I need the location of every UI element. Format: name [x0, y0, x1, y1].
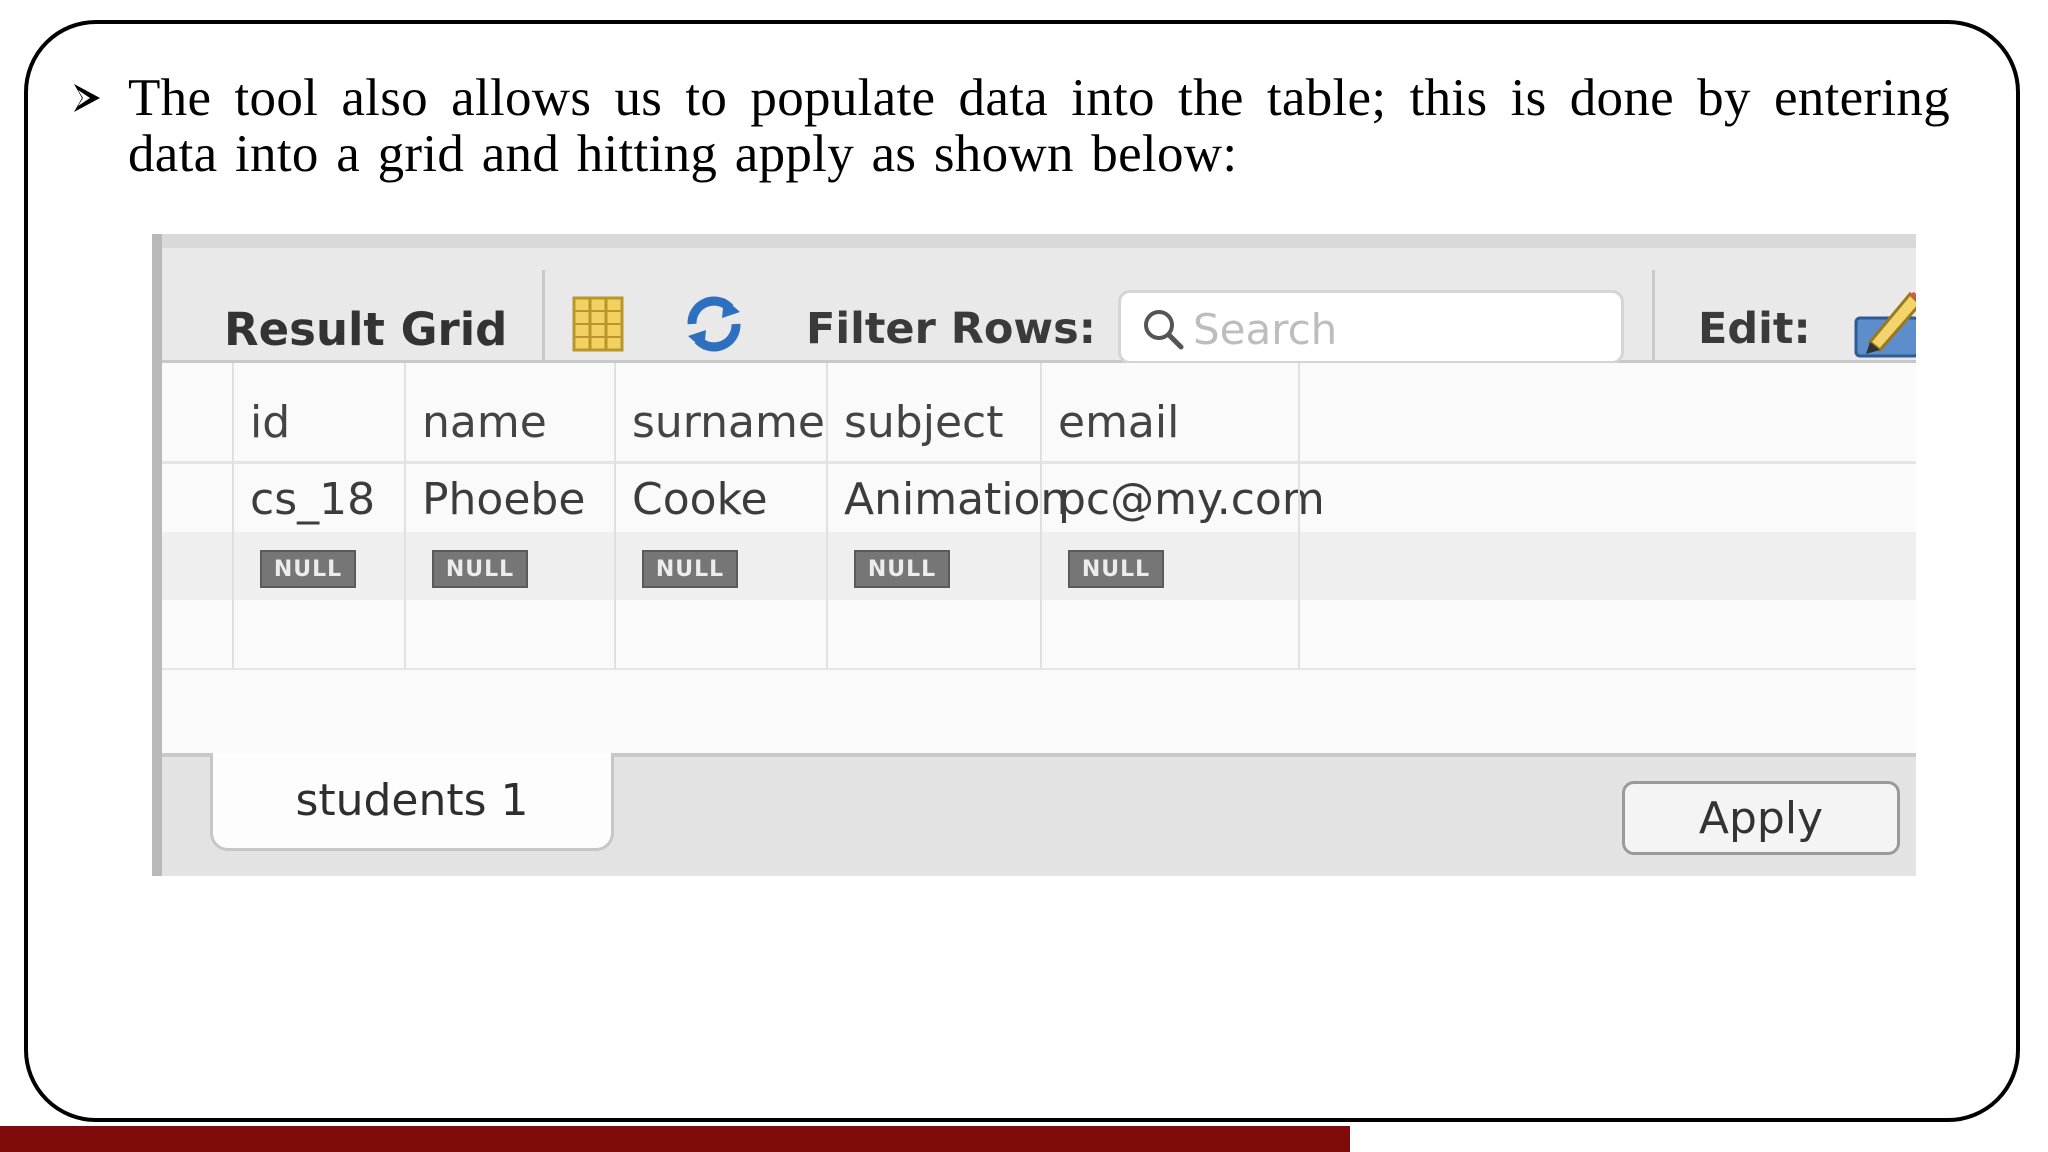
search-icon [1141, 307, 1185, 351]
pencil-icon[interactable] [1852, 288, 1916, 360]
refresh-icon[interactable] [684, 294, 744, 354]
edit-label: Edit: [1698, 304, 1811, 354]
column-divider [826, 363, 828, 669]
toolbar-divider [542, 270, 545, 370]
column-header-name[interactable]: name [422, 397, 547, 448]
result-grid-title: Result Grid [224, 303, 508, 356]
null-badge[interactable]: NULL [854, 550, 950, 588]
tab-students-1[interactable]: students 1 [210, 753, 614, 851]
cell-surname[interactable]: Cooke [632, 474, 768, 525]
bullet-text: The tool also allows us to populate data… [128, 69, 1950, 183]
search-input[interactable] [1191, 303, 1615, 355]
column-divider [614, 363, 616, 669]
filter-search-box[interactable] [1118, 290, 1624, 364]
column-header-surname[interactable]: surname [632, 397, 825, 448]
column-divider [1040, 363, 1042, 669]
result-table: id name surname subject email cs_18 Phoe… [162, 363, 1916, 753]
column-header-email[interactable]: email [1058, 397, 1179, 448]
cell-subject[interactable]: Animation [844, 474, 1068, 525]
table-header-row: id name surname subject email [162, 363, 1916, 464]
table-row[interactable]: cs_18 Phoebe Cooke Animation pc@my.com [162, 464, 1916, 532]
null-badge[interactable]: NULL [432, 550, 528, 588]
null-badge[interactable]: NULL [260, 550, 356, 588]
panel-top-strip [162, 234, 1916, 248]
panel-left-edge [152, 234, 162, 876]
table-row-empty[interactable] [162, 600, 1916, 670]
result-grid-toolbar: Result Grid Filter Rows: Search Edit: [162, 248, 1916, 370]
cell-id[interactable]: cs_18 [250, 474, 375, 525]
grid-icon[interactable] [572, 296, 624, 352]
filter-rows-label: Filter Rows: [806, 304, 1096, 354]
column-header-id[interactable]: id [250, 397, 290, 448]
column-divider [404, 363, 406, 669]
arrowhead-bullet-icon [70, 78, 104, 118]
workbench-result-panel: Result Grid Filter Rows: Search Edit: id… [152, 234, 1916, 876]
null-badge[interactable]: NULL [1068, 550, 1164, 588]
column-divider [232, 363, 234, 669]
result-footer: students 1 Apply [162, 753, 1916, 876]
table-row-new[interactable]: NULL NULL NULL NULL NULL [162, 532, 1916, 600]
null-badge[interactable]: NULL [642, 550, 738, 588]
apply-button[interactable]: Apply [1622, 781, 1900, 855]
toolbar-divider [1652, 270, 1655, 370]
bottom-accent-bar [0, 1126, 1350, 1152]
column-divider [1298, 363, 1300, 669]
column-header-subject[interactable]: subject [844, 397, 1003, 448]
cell-email[interactable]: pc@my.com [1058, 474, 1325, 525]
cell-name[interactable]: Phoebe [422, 474, 585, 525]
